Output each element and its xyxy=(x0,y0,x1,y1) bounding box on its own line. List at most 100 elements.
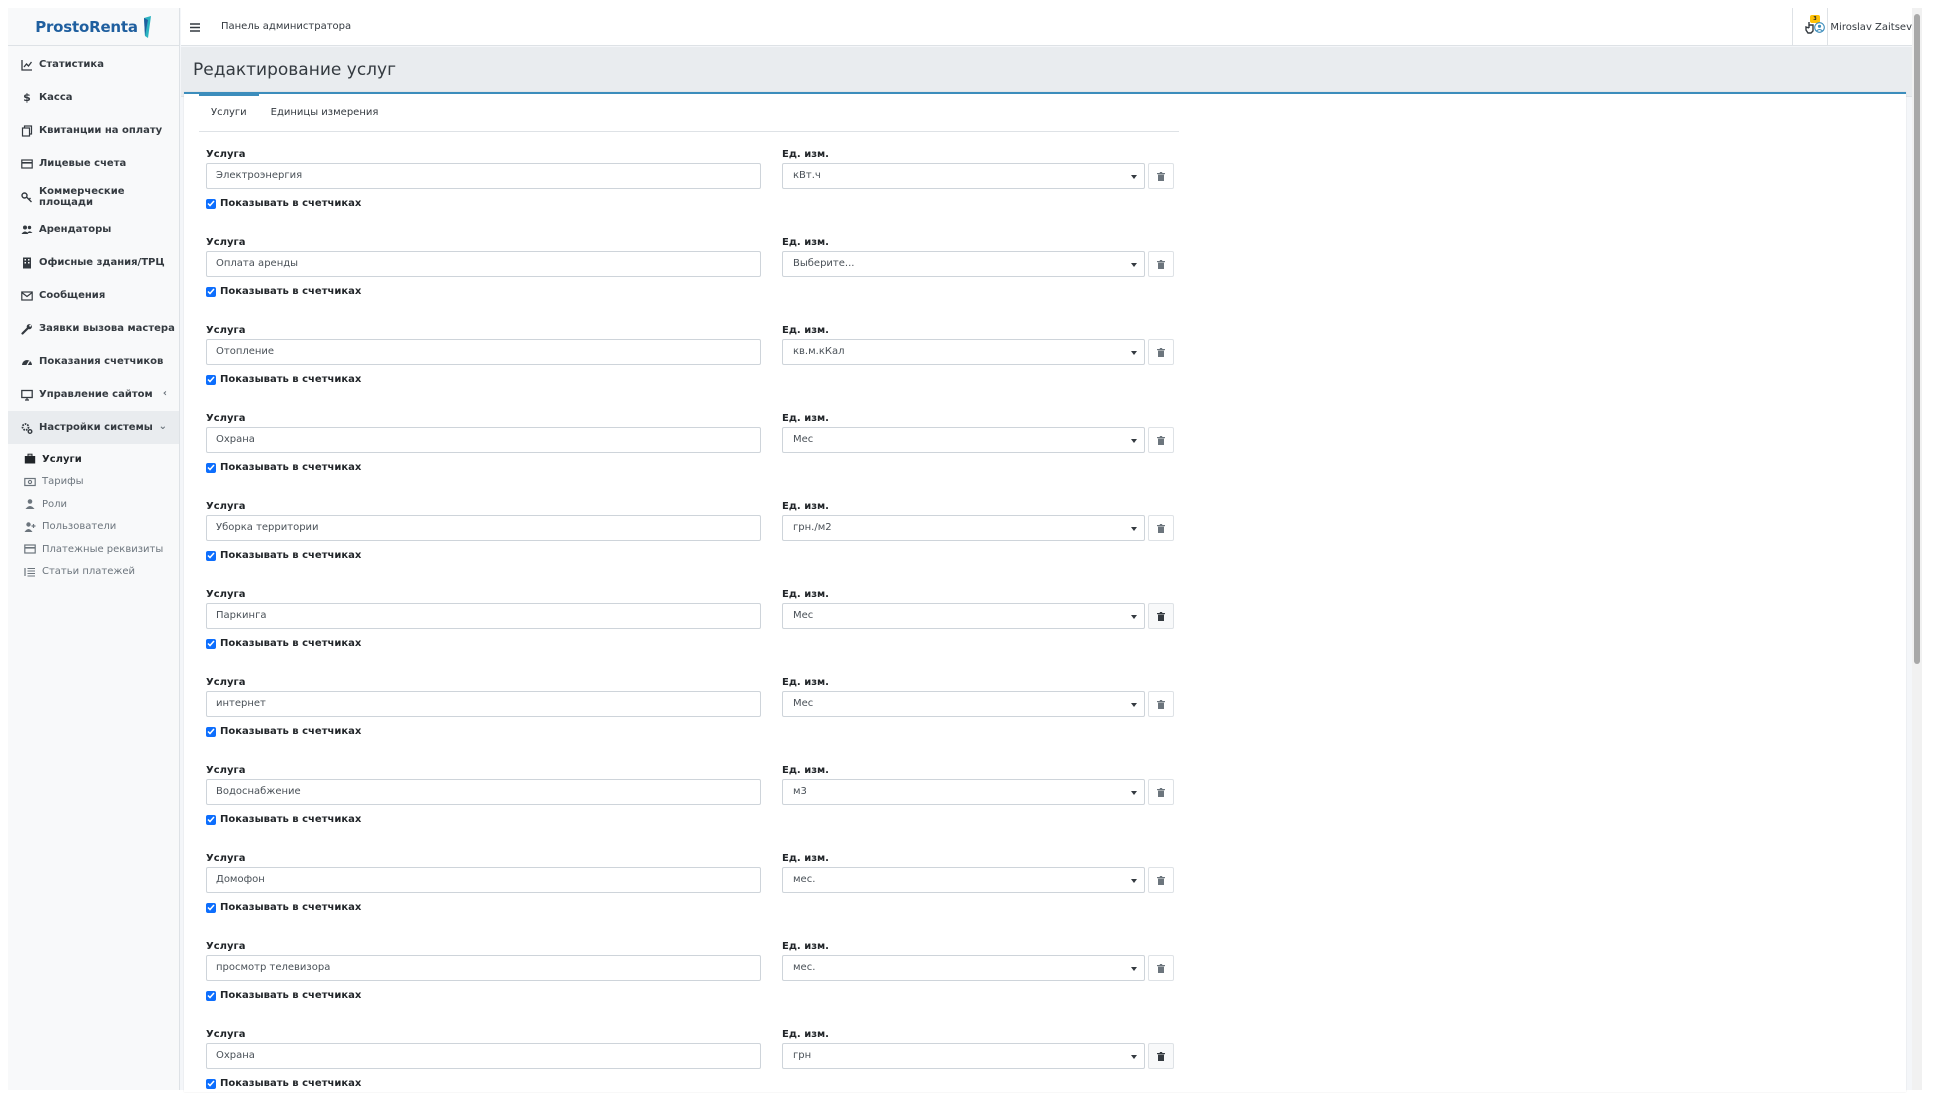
unit-select[interactable]: грн./м2 xyxy=(782,515,1145,541)
service-input[interactable]: просмотр телевизора xyxy=(206,955,761,981)
unit-select[interactable]: кВт.ч xyxy=(782,163,1145,189)
service-input[interactable]: Электроэнергия xyxy=(206,163,761,189)
sidebar-item-label: Настройки системы xyxy=(39,422,153,433)
show-in-meters-checkbox[interactable]: Показывать в счетчиках xyxy=(206,638,361,649)
sidebar-item-accounts[interactable]: Лицевые счета xyxy=(8,147,179,180)
tab-services[interactable]: Услуги xyxy=(199,94,259,132)
unit-label: Ед. изм. xyxy=(782,941,829,952)
sidebar-subitem-roles[interactable]: Роли xyxy=(8,493,179,516)
delete-service-button[interactable] xyxy=(1148,515,1174,541)
sidebar-subitem-tariffs[interactable]: Тарифы xyxy=(8,471,179,494)
unit-select[interactable]: мес. xyxy=(782,867,1145,893)
show-in-meters-label: Показывать в счетчиках xyxy=(220,902,362,913)
service-input[interactable]: Паркинга xyxy=(206,603,761,629)
unit-select-value: Мес xyxy=(793,434,814,445)
show-in-meters-checkbox[interactable]: Показывать в счетчиках xyxy=(206,286,361,297)
service-row: Услуга Ед. изм. просмотр телевизора мес. Пок… xyxy=(206,941,1176,1029)
sidebar-subitem-users[interactable]: Пользователи xyxy=(8,516,179,539)
show-in-meters-checkbox[interactable]: Показывать в счетчиках xyxy=(206,462,361,473)
service-input[interactable]: Охрана xyxy=(206,427,761,453)
header-title: Панель администратора xyxy=(221,21,352,32)
unit-select-value: кВт.ч xyxy=(793,170,821,181)
service-input[interactable]: Отопление xyxy=(206,339,761,365)
unit-select[interactable]: мес. xyxy=(782,955,1145,981)
service-input[interactable]: Уборка территории xyxy=(206,515,761,541)
show-in-meters-checkbox[interactable]: Показывать в счетчиках xyxy=(206,990,361,1001)
unit-label: Ед. изм. xyxy=(782,765,829,776)
sidebar-item-label: Сообщения xyxy=(39,290,106,301)
show-in-meters-checkbox[interactable]: Показывать в счетчиках xyxy=(206,814,361,825)
user-circle-icon xyxy=(1814,21,1826,33)
show-in-meters-label: Показывать в счетчиках xyxy=(220,462,362,473)
delete-service-button[interactable] xyxy=(1148,955,1174,981)
caret-down-icon xyxy=(1131,791,1137,795)
sidebar-item-cash[interactable]: $ Касса xyxy=(8,81,179,114)
sidebar-item-messages[interactable]: Сообщения xyxy=(8,279,179,312)
unit-select[interactable]: кв.м.кКал xyxy=(782,339,1145,365)
unit-label: Ед. изм. xyxy=(782,677,829,688)
delete-service-button[interactable] xyxy=(1148,251,1174,277)
unit-label: Ед. изм. xyxy=(782,325,829,336)
menu-toggle-button[interactable] xyxy=(181,8,209,46)
sidebar-item-buildings[interactable]: Офисные здания/ТРЦ xyxy=(8,246,179,279)
service-input[interactable]: Водоснабжение xyxy=(206,779,761,805)
sidebar-item-system-settings[interactable]: Настройки системы ⌄ xyxy=(8,411,179,444)
delete-service-button[interactable] xyxy=(1148,163,1174,189)
tab-units[interactable]: Единицы измерения xyxy=(259,94,391,132)
user-plus-icon xyxy=(24,521,36,533)
delete-service-button[interactable] xyxy=(1148,603,1174,629)
sidebar-item-site-management[interactable]: Управление сайтом ‹ xyxy=(8,378,179,411)
trash-icon xyxy=(1157,347,1165,357)
user-menu[interactable]: Miroslav Zaitsev xyxy=(1814,8,1912,46)
sidebar-item-tenants[interactable]: Арендаторы xyxy=(8,213,179,246)
service-input[interactable]: Оплата аренды xyxy=(206,251,761,277)
delete-service-button[interactable] xyxy=(1148,427,1174,453)
unit-select[interactable]: Мес xyxy=(782,691,1145,717)
service-label: Услуга xyxy=(206,1029,246,1040)
service-label: Услуга xyxy=(206,501,246,512)
sidebar-item-statistics[interactable]: Статистика xyxy=(8,48,179,81)
unit-select[interactable]: грн xyxy=(782,1043,1145,1069)
checkbox-checked-icon xyxy=(206,990,216,1001)
sidebar-item-commercial-areas[interactable]: Коммерческие площади xyxy=(8,180,179,213)
caret-down-icon xyxy=(1131,1055,1137,1059)
service-input[interactable]: Домофон xyxy=(206,867,761,893)
vertical-scrollbar[interactable] xyxy=(1912,8,1922,1090)
unit-select[interactable]: Мес xyxy=(782,603,1145,629)
delete-service-button[interactable] xyxy=(1148,867,1174,893)
delete-service-button[interactable] xyxy=(1148,339,1174,365)
content-header: Редактирование услуг xyxy=(181,47,1912,97)
sidebar-subitem-services[interactable]: Услуги xyxy=(8,448,179,471)
service-input[interactable]: интернет xyxy=(206,691,761,717)
sidebar-item-master-requests[interactable]: Заявки вызова мастера xyxy=(8,312,179,345)
show-in-meters-checkbox[interactable]: Показывать в счетчиках xyxy=(206,902,361,913)
scrollbar-thumb[interactable] xyxy=(1914,14,1920,664)
show-in-meters-label: Показывать в счетчиках xyxy=(220,286,362,297)
user-name: Miroslav Zaitsev xyxy=(1830,21,1912,33)
sidebar-item-meter-readings[interactable]: Показания счетчиков xyxy=(8,345,179,378)
delete-service-button[interactable] xyxy=(1148,779,1174,805)
page-title: Редактирование услуг xyxy=(193,60,397,80)
show-in-meters-checkbox[interactable]: Показывать в счетчиках xyxy=(206,550,361,561)
chevron-down-icon: ⌄ xyxy=(158,421,167,432)
unit-select[interactable]: м3 xyxy=(782,779,1145,805)
checkbox-checked-icon xyxy=(206,902,216,913)
key-icon xyxy=(21,191,33,203)
delete-service-button[interactable] xyxy=(1148,691,1174,717)
service-input[interactable]: Охрана xyxy=(206,1043,761,1069)
sidebar-subitem-payment-items[interactable]: Статьи платежей xyxy=(8,561,179,584)
show-in-meters-checkbox[interactable]: Показывать в счетчиках xyxy=(206,374,361,385)
sidebar-subitem-payment-details[interactable]: Платежные реквизиты xyxy=(8,538,179,561)
unit-select[interactable]: Выберите... xyxy=(782,251,1145,277)
service-row: Услуга Ед. изм. Домофон мес. Показывать в сч… xyxy=(206,853,1176,941)
show-in-meters-checkbox[interactable]: Показывать в счетчиках xyxy=(206,1078,361,1089)
brand-logo[interactable]: ProstoRenta xyxy=(8,8,179,46)
unit-select[interactable]: Мес xyxy=(782,427,1145,453)
caret-down-icon xyxy=(1131,175,1137,179)
show-in-meters-checkbox[interactable]: Показывать в счетчиках xyxy=(206,198,361,209)
sidebar-item-invoices[interactable]: Квитанции на оплату xyxy=(8,114,179,147)
show-in-meters-checkbox[interactable]: Показывать в счетчиках xyxy=(206,726,361,737)
delete-service-button[interactable] xyxy=(1148,1043,1174,1069)
service-label: Услуга xyxy=(206,941,246,952)
wrench-icon xyxy=(21,323,33,335)
